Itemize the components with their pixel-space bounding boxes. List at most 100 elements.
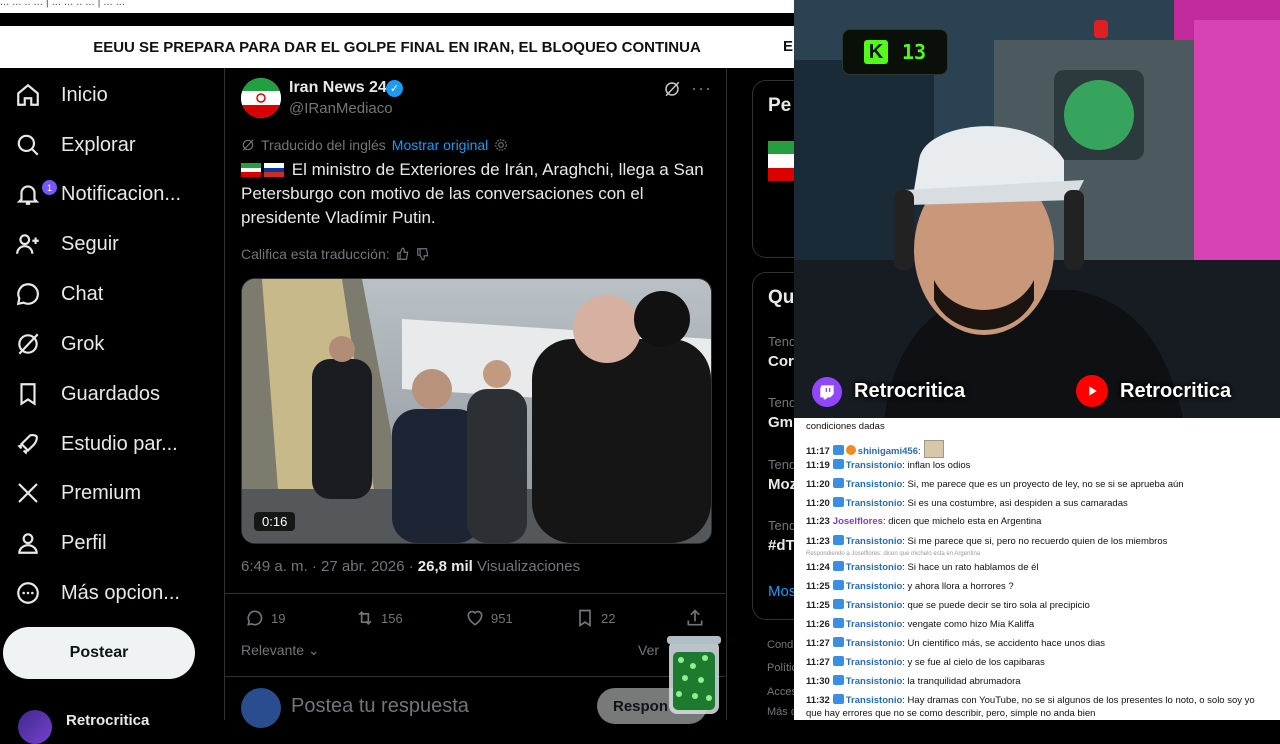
notification-badge: 1 [42, 180, 57, 195]
show-more-link[interactable]: Mos [768, 583, 796, 600]
chat-username[interactable]: Transistonio [846, 536, 902, 547]
follow-icon [14, 230, 42, 258]
sidebar-item-bookmarks[interactable]: Guardados [14, 374, 160, 414]
sidebar-item-premium[interactable]: Premium [14, 473, 141, 513]
reply-input[interactable]: Postea tu respuesta [291, 695, 469, 718]
more-options-icon[interactable]: ··· [691, 78, 712, 99]
repost-count: 156 [381, 610, 403, 626]
profile-name[interactable]: Retrocritica [66, 712, 149, 729]
rocket-icon [14, 430, 42, 458]
chat-username[interactable]: Transistonio [846, 695, 902, 706]
reply-icon [247, 610, 263, 626]
kick-viewer-count: 13 [901, 40, 927, 64]
trend-item[interactable]: Cor [768, 353, 794, 370]
chat-username[interactable]: Transistonio [846, 581, 902, 592]
home-icon [14, 81, 42, 109]
chat-text: : Un cientifico más, se accidento hace u… [902, 638, 1106, 649]
sidebar-item-follow[interactable]: Seguir [14, 224, 119, 264]
avatar[interactable] [18, 710, 52, 744]
chat-message: condiciones dadas [806, 421, 885, 432]
video-player[interactable]: 0:16 [241, 278, 712, 544]
verified-badge-icon: ✓ [386, 80, 403, 97]
user-badge-icon [832, 445, 844, 455]
chat-username[interactable]: Transistonio [846, 498, 902, 509]
repost-action[interactable]: 156 [355, 608, 403, 628]
chat-username[interactable]: shinigami456 [858, 446, 918, 457]
user-badge-icon [832, 580, 844, 590]
thumbs-down-icon[interactable] [416, 247, 430, 261]
chat-message: 11:23 Joselflores: dicen que michelo esta… [806, 516, 1041, 527]
footer-link[interactable]: Más o [767, 706, 797, 718]
chat-message: 11:23 Transistonio: Si me parece que si, … [806, 535, 1167, 547]
views-label: Visualizaciones [472, 558, 581, 575]
author-handle[interactable]: @IRanMediaco [289, 100, 393, 117]
bookmark-icon [14, 380, 42, 408]
sort-label: Relevante [241, 642, 305, 658]
author-avatar[interactable] [241, 78, 281, 118]
footer-link[interactable]: Acces [767, 686, 797, 698]
chat-text: : y se fue al cielo de los capibaras [902, 657, 1045, 668]
sidebar-item-notifications[interactable]: 1 Notificacion... [14, 174, 181, 214]
chat-username[interactable]: Transistonio [846, 562, 902, 573]
trend-label: Tend [768, 334, 797, 349]
footer-link[interactable]: Condi [767, 639, 796, 651]
right-card-people: Pe [752, 80, 795, 258]
trend-item[interactable]: Gm [768, 414, 793, 431]
chat-text: : y ahora llora a horrores ? [902, 581, 1014, 592]
chat-icon [14, 280, 42, 308]
post-button[interactable]: Postear [3, 627, 195, 679]
see-more-link[interactable]: Ver [638, 642, 659, 658]
chat-text: : Hay dramas con YouTube, no se si algun… [902, 695, 1255, 706]
footer-link[interactable]: Polític [767, 662, 797, 674]
like-count: 951 [491, 610, 513, 626]
thumbs-up-icon[interactable] [396, 247, 410, 261]
share-icon [687, 609, 703, 626]
chat-username[interactable]: Transistonio [846, 676, 902, 687]
trend-item[interactable]: Moz [768, 476, 797, 493]
share-action[interactable] [685, 608, 705, 628]
ticker-next-text: EE [783, 26, 794, 68]
top-strip-text: ... ... .. ... | ... ... .. ... | ... ..… [0, 0, 125, 8]
bookmark-action[interactable]: 22 [575, 608, 615, 628]
user-badge-icon [832, 561, 844, 571]
right-card-trends: Qu Tend Cor Tend Gm Tend Moz Tend #dT Mo… [752, 272, 797, 620]
russia-flag-icon [264, 163, 284, 177]
sidebar-item-grok[interactable]: Grok [14, 324, 104, 364]
iran-flag-icon [241, 163, 261, 177]
sidebar-item-studio[interactable]: Estudio par... [14, 424, 178, 464]
chat-text: : vengate como hizo Mia Kaliffa [902, 619, 1035, 630]
iran-avatar[interactable] [768, 141, 794, 181]
user-badge-icon [832, 656, 844, 666]
show-original-link[interactable]: Mostrar original [392, 137, 488, 153]
sidebar-nav: Inicio Explorar 1 Notificacion... Seguir… [0, 70, 224, 720]
sidebar-item-label: Inicio [61, 83, 108, 106]
trend-item[interactable]: #dT [768, 537, 795, 554]
chat-username[interactable]: Transistonio [846, 619, 902, 630]
post-meta: 6:49 a. m. · 27 abr. 2026 · 26,8 mil Vis… [241, 558, 580, 575]
grok-icon[interactable] [663, 80, 681, 103]
post-text: El ministro de Exteriores de Irán, Aragh… [241, 158, 711, 230]
reply-action[interactable]: 19 [245, 608, 285, 628]
chat-username[interactable]: Transistonio [846, 460, 902, 471]
chat-username[interactable]: Transistonio [846, 600, 902, 611]
chat-username[interactable]: Transistonio [846, 638, 902, 649]
chat-time: 11:25 [806, 581, 830, 592]
post-timestamp[interactable]: 6:49 a. m. · 27 abr. 2026 · [241, 558, 418, 575]
chat-message: 11:32 Transistonio: Hay dramas con YouTub… [806, 694, 1255, 706]
chat-username[interactable]: Joselflores [833, 516, 883, 527]
sidebar-item-more[interactable]: Más opcion... [14, 573, 180, 613]
like-action[interactable]: 951 [465, 608, 513, 628]
author-name[interactable]: Iran News 24 [289, 79, 387, 97]
chat-username[interactable]: Transistonio [846, 657, 902, 668]
sidebar-item-chat[interactable]: Chat [14, 274, 103, 314]
sidebar-item-explore[interactable]: Explorar [14, 125, 135, 165]
sidebar-item-home[interactable]: Inicio [14, 75, 108, 115]
search-icon [14, 131, 42, 159]
divider [225, 676, 725, 677]
chat-username[interactable]: Transistonio [846, 479, 902, 490]
sidebar-item-label: Seguir [61, 232, 119, 255]
chat-time: 11:26 [806, 619, 830, 630]
sort-dropdown[interactable]: Relevante ⌄ [241, 642, 320, 659]
settings-icon[interactable] [494, 138, 508, 152]
sidebar-item-profile[interactable]: Perfil [14, 523, 107, 563]
